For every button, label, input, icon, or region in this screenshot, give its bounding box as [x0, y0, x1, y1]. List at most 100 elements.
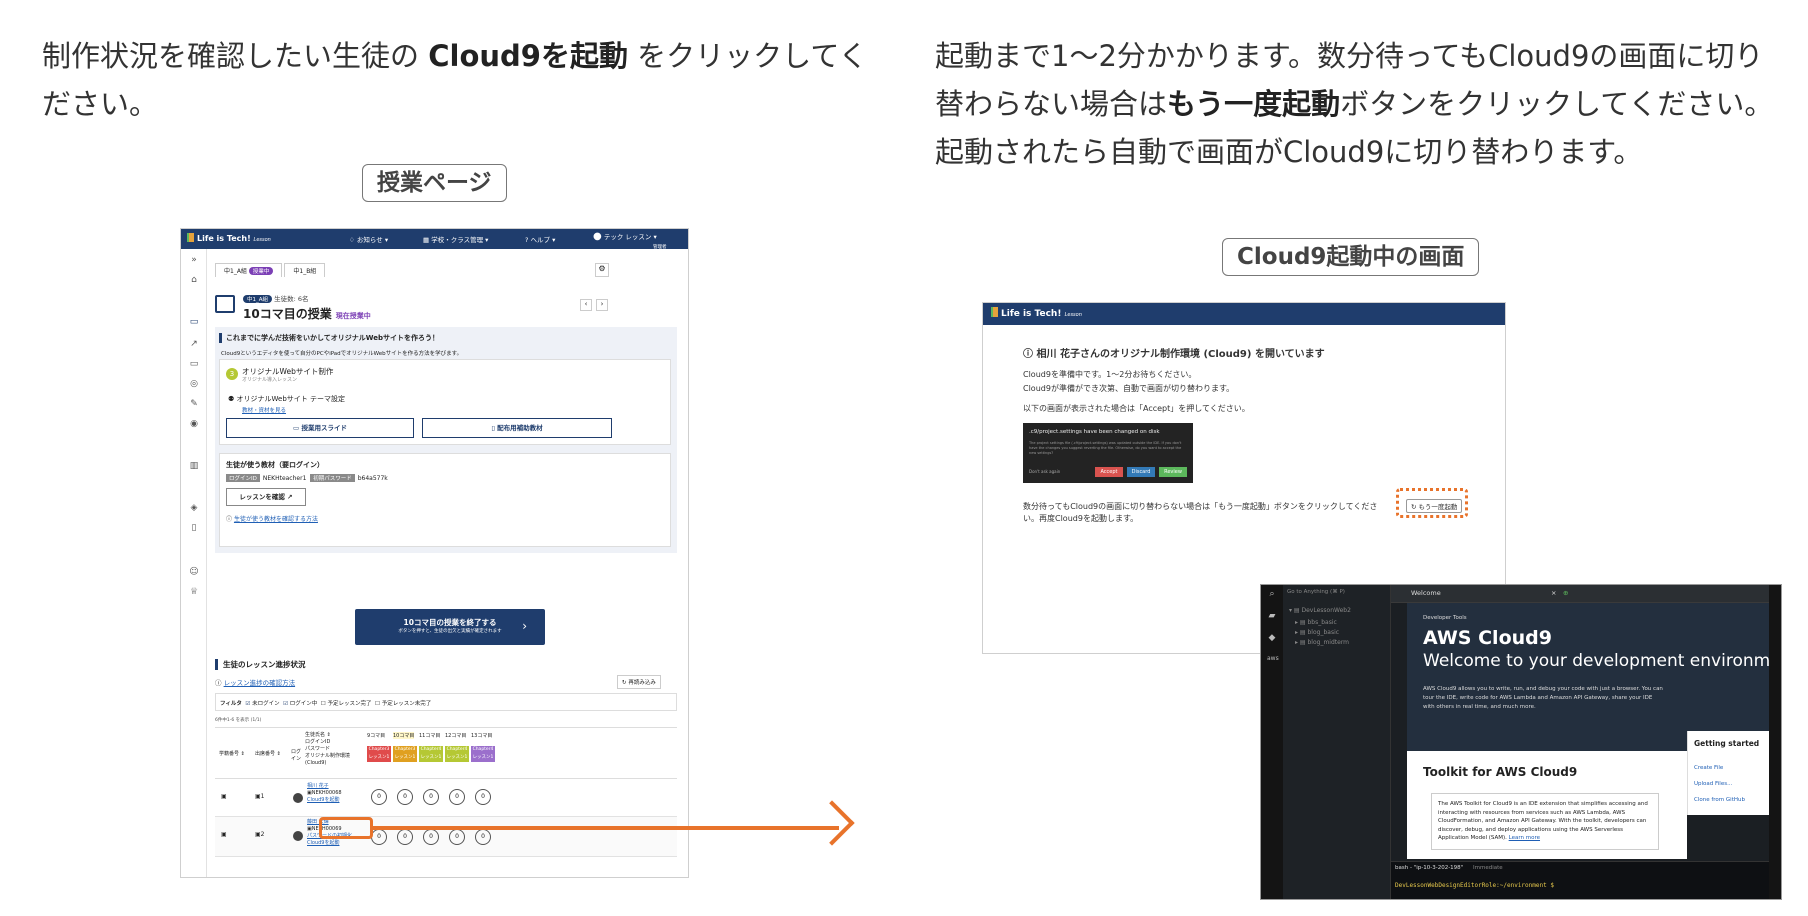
tab-class-b[interactable]: 中1_B組	[284, 263, 326, 277]
terminal-prompt[interactable]: DevLessonWebDesignEditorRole:~/environme…	[1395, 882, 1554, 889]
palette-icon[interactable]: ◉	[189, 419, 199, 429]
row-select[interactable]: ▣	[221, 793, 227, 800]
startup-line-1: Cloud9を準備中です。1〜2分お待ちください。	[1023, 370, 1197, 379]
col-student-name[interactable]: 生徒氏名 ⇕ ログインID パスワード オリジナル制作環境 (Cloud9)	[305, 732, 350, 767]
progress-circle[interactable]: 0	[397, 829, 413, 845]
materials-link[interactable]: 教材・資材を見る	[242, 406, 286, 414]
nav-help[interactable]: ? ヘルプ ▾	[525, 234, 555, 244]
aws-subtitle: Welcome to your development environm	[1423, 651, 1771, 671]
expand-icon[interactable]: »	[189, 255, 199, 265]
check-icon[interactable]: ◎	[189, 379, 199, 389]
clone-github-link[interactable]: Clone from GitHub	[1694, 797, 1745, 803]
progress-circle[interactable]: 0	[449, 789, 465, 805]
tree-root[interactable]: ▾ ▤ DevLessonWeb2	[1289, 607, 1351, 614]
folder-icon[interactable]: ▰	[1267, 611, 1277, 621]
external-link-icon: ↗	[287, 493, 293, 501]
next-lesson-button[interactable]: ›	[596, 299, 608, 311]
nav-user[interactable]: ● テック レッスン ▾ 管理者	[593, 231, 667, 250]
col-login: ログイン	[291, 749, 302, 762]
help-icon: ⓘ	[226, 516, 233, 523]
chart-icon[interactable]: ↗	[189, 339, 199, 349]
caption-cloud9-startup: Cloud9起動中の画面	[1222, 238, 1480, 276]
col-lesson-10: 10コマ目	[393, 732, 415, 739]
launch-cloud9-link[interactable]: Cloud9を起動	[307, 797, 339, 803]
reload-button[interactable]: ↻ 再読み込み	[617, 675, 661, 689]
progress-circle[interactable]: 0	[371, 829, 387, 845]
create-file-link[interactable]: Create File	[1694, 765, 1723, 771]
logo[interactable]: Life is Tech! Lesson	[187, 233, 271, 243]
discard-button[interactable]: Discard	[1127, 467, 1155, 477]
progress-circle[interactable]: 0	[423, 789, 439, 805]
col-student-id[interactable]: 学籍番号 ⇕	[219, 750, 245, 757]
handout-button[interactable]: ▯ 配布用補助教材	[422, 418, 612, 438]
smile-icon[interactable]: ☺	[189, 567, 199, 577]
row-select[interactable]: ▣	[221, 831, 227, 838]
settings-icon[interactable]: ⚙	[595, 263, 609, 277]
logo[interactable]: Life is Tech! Lesson	[991, 307, 1082, 319]
tree-item[interactable]: ▸ ▤ blog_basic	[1295, 629, 1339, 636]
retry-launch-button[interactable]: ↻ もう一度起動	[1406, 499, 1463, 513]
tree-item[interactable]: ▸ ▤ bbs_basic	[1295, 619, 1337, 626]
chapter-tag: Chapter3 レッスン1	[367, 746, 391, 762]
avatar	[293, 831, 303, 841]
accept-button[interactable]: Accept	[1095, 467, 1123, 477]
monitor-icon[interactable]: ▭	[189, 359, 199, 369]
howto-link[interactable]: 生徒が使う教材を確認する方法	[234, 516, 318, 523]
toolkit-description: The AWS Toolkit for Cloud9 is an IDE ext…	[1431, 793, 1659, 850]
table-header: 学籍番号 ⇕ 出席番号 ⇕ ログイン 生徒氏名 ⇕ ログインID パスワード オリジナ…	[215, 727, 677, 779]
progress-circle[interactable]: 0	[475, 829, 491, 845]
tab-class-a[interactable]: 中1_A組 授業中	[215, 263, 283, 277]
prev-lesson-button[interactable]: ‹	[580, 299, 592, 311]
goto-anything[interactable]: Go to Anything (⌘ P)	[1287, 589, 1345, 595]
shield-icon[interactable]: ◈	[189, 503, 199, 513]
pencil-icon[interactable]: ✎	[189, 399, 199, 409]
aws-terminal: bash - "ip-10-3-202-198" Immediate DevLe…	[1391, 861, 1781, 899]
search-icon[interactable]: ⌕	[1267, 589, 1277, 599]
end-lesson-button[interactable]: 10コマ目の授業を終了する ボタンを押すと、生徒の出欠と実績が確定されます ›	[355, 609, 545, 645]
course-box: 3 オリジナルWebサイト制作 オリジナル導入レッスン ⚉ オリジナルWebサイ…	[219, 359, 671, 445]
startup-line-2: Cloud9が準備ができ次第、自動で画面が切り替わります。	[1023, 384, 1235, 393]
git-icon[interactable]: ◆	[1267, 633, 1277, 643]
document-icon[interactable]: ▯	[189, 523, 199, 533]
progress-howto-link[interactable]: レッスン進捗の確認方法	[224, 679, 296, 687]
instruction-right: 起動まで1〜2分かかります。数分待ってもCloud9の画面に切り替わらない場合は…	[935, 39, 1774, 169]
launch-cloud9-link[interactable]: Cloud9を起動	[307, 840, 339, 846]
lesson-page-screenshot: Life is Tech! Lesson ♢ お知らせ ▾ ▦ 学校・クラス管理…	[180, 228, 689, 878]
filter-not-done[interactable]: ☐ 予定レッスン未完了	[375, 701, 431, 707]
filter-not-logged-in[interactable]: ☑ 未ログイン	[245, 701, 279, 707]
progress-circle[interactable]: 0	[423, 829, 439, 845]
review-button[interactable]: Review	[1159, 467, 1187, 477]
user-icon: ●	[593, 231, 602, 242]
col-attendance-no: 出席番号 ⇕	[255, 751, 281, 757]
startup-title: ⓘ 相川 花子さんのオリジナル制作環境 (Cloud9) を開いています	[1023, 349, 1325, 360]
filter-done[interactable]: ☐ 予定レッスン完了	[321, 701, 372, 707]
getting-started-panel: Getting started Create File Upload Files…	[1687, 731, 1781, 815]
class-meta: 中1_A組 生徒数: 6名	[243, 293, 309, 303]
progress-circle[interactable]: 0	[449, 829, 465, 845]
filter-logged-in[interactable]: ☑ ログイン中	[283, 701, 317, 707]
upload-files-link[interactable]: Upload Files...	[1694, 781, 1732, 787]
home-icon[interactable]: ⌂	[189, 275, 199, 285]
lesson-check-button[interactable]: レッスンを確認 ↗	[226, 488, 306, 506]
slides-button[interactable]: ▭ 授業用スライド	[226, 418, 414, 438]
aws-right-bar	[1769, 585, 1781, 899]
progress-circle[interactable]: 0	[475, 789, 491, 805]
aws-icon[interactable]: aws	[1267, 655, 1279, 665]
tab-welcome[interactable]: Welcome	[1411, 589, 1441, 597]
report-icon[interactable]: ▥	[189, 461, 199, 471]
progress-title: 生徒のレッスン進捗状況	[215, 659, 306, 670]
progress-circle[interactable]: 0	[397, 789, 413, 805]
nav-school[interactable]: ▦ 学校・クラス管理 ▾	[423, 234, 488, 244]
login-info: ログインID NEKHteacher1 初期パスワード b64a577k	[226, 474, 388, 482]
nav-notice[interactable]: ♢ お知らせ ▾	[349, 234, 388, 244]
trophy-icon[interactable]: ♕	[189, 587, 199, 597]
lesson-icon[interactable]: ▭	[189, 317, 199, 327]
close-icon[interactable]: ×	[1551, 589, 1556, 597]
chapter-tag: Chapter3 レッスン1	[393, 746, 417, 762]
terminal-tab[interactable]: bash - "ip-10-3-202-198"	[1395, 865, 1463, 871]
tree-item[interactable]: ▸ ▤ blog_midterm	[1295, 639, 1349, 646]
immediate-tab[interactable]: Immediate	[1473, 865, 1503, 871]
add-tab-icon[interactable]: ⊕	[1563, 589, 1568, 597]
progress-circle[interactable]: 0	[371, 789, 387, 805]
aws-toolkit-panel: Toolkit for AWS Cloud9 The AWS Toolkit f…	[1407, 751, 1687, 859]
